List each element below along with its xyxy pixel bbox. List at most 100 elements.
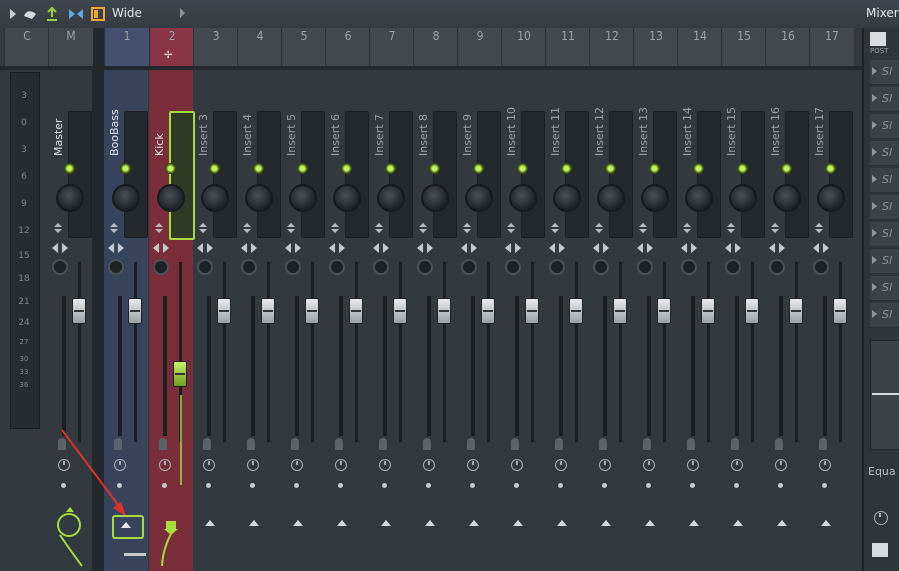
swap-channels-icon[interactable] xyxy=(813,243,829,253)
checkbox-icon[interactable] xyxy=(90,6,106,22)
track-enable-led[interactable] xyxy=(64,163,75,174)
stereo-knob[interactable] xyxy=(725,259,741,275)
send-arrow-icon[interactable] xyxy=(425,520,435,526)
route-dot[interactable] xyxy=(778,483,783,488)
track-name-box[interactable] xyxy=(521,111,545,238)
stereo-separation-icon[interactable] xyxy=(375,223,383,233)
swap-channels-icon[interactable] xyxy=(52,243,68,253)
stereo-separation-icon[interactable] xyxy=(595,223,603,233)
send-arrow-icon[interactable] xyxy=(689,520,699,526)
track-name-box[interactable] xyxy=(433,111,457,238)
swap-channels-icon[interactable] xyxy=(681,243,697,253)
volume-fader[interactable] xyxy=(349,298,363,324)
stereo-knob[interactable] xyxy=(153,259,169,275)
plug-icon[interactable] xyxy=(291,438,299,450)
timing-clock-icon[interactable] xyxy=(247,459,259,471)
kick-route-icon[interactable] xyxy=(166,521,176,529)
timing-clock-icon[interactable] xyxy=(379,459,391,471)
timing-clock-icon[interactable] xyxy=(599,459,611,471)
volume-fader[interactable] xyxy=(481,298,495,324)
track-name-box[interactable] xyxy=(609,111,633,238)
stereo-separation-icon[interactable] xyxy=(54,223,62,233)
panel-clock-icon[interactable] xyxy=(874,511,888,525)
track-enable-led[interactable] xyxy=(517,163,528,174)
pan-knob[interactable] xyxy=(729,184,757,212)
swap-channels-icon[interactable] xyxy=(197,243,213,253)
pan-knob[interactable] xyxy=(157,184,185,212)
stereo-separation-icon[interactable] xyxy=(287,223,295,233)
stereo-knob[interactable] xyxy=(505,259,521,275)
volume-fader[interactable] xyxy=(701,298,715,324)
mixer-track-17[interactable]: Insert 17 xyxy=(809,66,853,566)
effect-slot[interactable]: Sl xyxy=(870,195,899,220)
track-enable-led[interactable] xyxy=(341,163,352,174)
track-name-box[interactable] xyxy=(345,111,369,238)
track-name-box[interactable] xyxy=(697,111,721,238)
preset-label[interactable]: Wide xyxy=(112,6,142,20)
route-dot[interactable] xyxy=(294,483,299,488)
track-enable-led[interactable] xyxy=(561,163,572,174)
stereo-knob[interactable] xyxy=(769,259,785,275)
stereo-knob[interactable] xyxy=(241,259,257,275)
pan-knob[interactable] xyxy=(56,184,84,212)
track-header-C[interactable]: C xyxy=(4,28,49,66)
stereo-knob[interactable] xyxy=(681,259,697,275)
timing-clock-icon[interactable] xyxy=(423,459,435,471)
track-name-box[interactable] xyxy=(741,111,765,238)
send-arrow-icon[interactable] xyxy=(249,520,259,526)
stereo-knob[interactable] xyxy=(329,259,345,275)
mixer-track-15[interactable]: Insert 15 xyxy=(721,66,765,566)
track-enable-led[interactable] xyxy=(120,163,131,174)
stereo-separation-icon[interactable] xyxy=(463,223,471,233)
route-dot[interactable] xyxy=(117,483,122,488)
pan-knob[interactable] xyxy=(465,184,493,212)
mixer-track-12[interactable]: Insert 12 xyxy=(589,66,633,566)
track-name-box[interactable] xyxy=(477,111,501,238)
stereo-separation-icon[interactable] xyxy=(507,223,515,233)
pan-knob[interactable] xyxy=(817,184,845,212)
volume-fader[interactable] xyxy=(569,298,583,324)
send-arrow-icon[interactable] xyxy=(293,520,303,526)
plug-icon[interactable] xyxy=(335,438,343,450)
timing-clock-icon[interactable] xyxy=(731,459,743,471)
mixer-track-2[interactable]: Kick xyxy=(149,66,195,566)
stereo-separation-icon[interactable] xyxy=(815,223,823,233)
stereo-knob[interactable] xyxy=(813,259,829,275)
track-enable-led[interactable] xyxy=(209,163,220,174)
mixer-track-4[interactable]: Insert 4 xyxy=(237,66,281,566)
track-name-box[interactable] xyxy=(257,111,281,238)
stereo-separation-icon[interactable] xyxy=(110,223,118,233)
send-arrow-icon[interactable] xyxy=(205,520,215,526)
plug-icon[interactable] xyxy=(247,438,255,450)
volume-fader[interactable] xyxy=(305,298,319,324)
mixer-track-7[interactable]: Insert 7 xyxy=(369,66,413,566)
timing-clock-icon[interactable] xyxy=(335,459,347,471)
pan-knob[interactable] xyxy=(245,184,273,212)
mixer-track-1[interactable]: BooBass xyxy=(104,66,148,566)
track-name-box[interactable] xyxy=(653,111,677,238)
volume-fader[interactable] xyxy=(393,298,407,324)
stereo-knob[interactable] xyxy=(285,259,301,275)
track-enable-led[interactable] xyxy=(825,163,836,174)
track-enable-led[interactable] xyxy=(605,163,616,174)
timing-clock-icon[interactable] xyxy=(159,459,171,471)
plug-icon[interactable] xyxy=(423,438,431,450)
play-arrow-icon[interactable] xyxy=(6,6,22,22)
volume-fader[interactable] xyxy=(613,298,627,324)
volume-fader[interactable] xyxy=(72,298,86,324)
route-dot[interactable] xyxy=(470,483,475,488)
track-enable-led[interactable] xyxy=(385,163,396,174)
stereo-separation-icon[interactable] xyxy=(199,223,207,233)
route-dot[interactable] xyxy=(822,483,827,488)
timing-clock-icon[interactable] xyxy=(643,459,655,471)
mixer-track-3[interactable]: Insert 3 xyxy=(193,66,237,566)
effect-slot[interactable]: Sl xyxy=(870,60,899,85)
stereo-knob[interactable] xyxy=(461,259,477,275)
route-dot[interactable] xyxy=(514,483,519,488)
track-name-box[interactable] xyxy=(68,111,92,238)
stereo-separation-icon[interactable] xyxy=(331,223,339,233)
volume-fader[interactable] xyxy=(789,298,803,324)
swap-channels-icon[interactable] xyxy=(417,243,433,253)
swap-channels-icon[interactable] xyxy=(637,243,653,253)
swap-channels-icon[interactable] xyxy=(769,243,785,253)
